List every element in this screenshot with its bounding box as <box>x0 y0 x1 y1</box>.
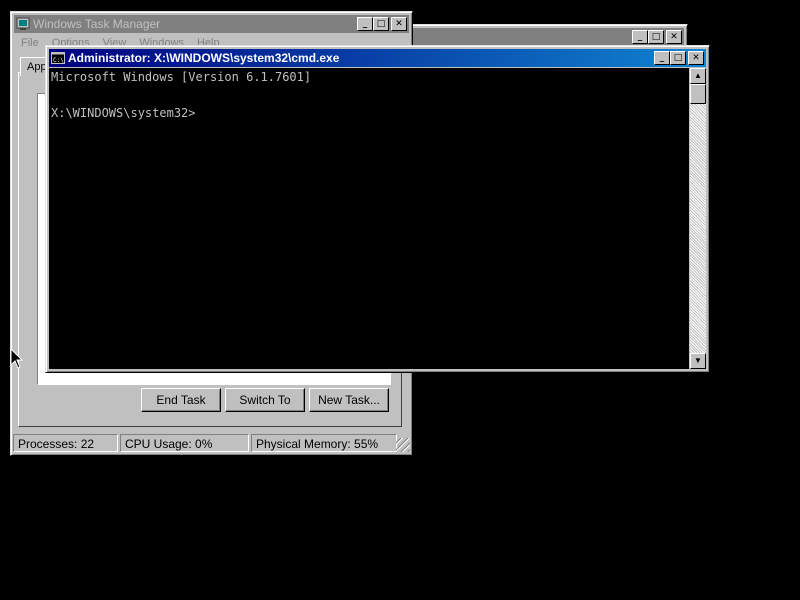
background-window-controls: _ □ ✕ <box>632 30 682 44</box>
cmd-titlebar[interactable]: C:\ Administrator: X:\WINDOWS\system32\c… <box>49 49 706 67</box>
end-task-button[interactable]: End Task <box>141 388 221 412</box>
minimize-icon[interactable]: _ <box>654 51 670 65</box>
cmd-icon: C:\ <box>51 52 65 64</box>
cmd-window[interactable]: C:\ Administrator: X:\WINDOWS\system32\c… <box>45 45 710 373</box>
scroll-thumb[interactable] <box>690 84 706 104</box>
taskmanager-icon <box>16 17 30 30</box>
scroll-up-icon[interactable]: ▲ <box>690 68 706 84</box>
menu-file[interactable]: File <box>21 37 39 49</box>
resize-grip[interactable] <box>396 438 410 452</box>
svg-text:C:\: C:\ <box>53 57 64 64</box>
maximize-icon[interactable]: □ <box>373 17 389 31</box>
close-icon[interactable]: ✕ <box>666 30 682 44</box>
maximize-icon[interactable]: □ <box>648 30 664 44</box>
task-manager-window-controls: _ □ ✕ <box>357 17 407 31</box>
task-manager-titlebar[interactable]: Windows Task Manager _ □ ✕ <box>14 15 409 33</box>
status-cpu-usage: CPU Usage: 0% <box>120 434 249 452</box>
background-window-titlebar[interactable]: _ □ ✕ <box>394 28 684 46</box>
minimize-icon[interactable]: _ <box>357 17 373 31</box>
scroll-down-icon[interactable]: ▼ <box>690 353 706 369</box>
status-processes: Processes: 22 <box>13 434 118 452</box>
task-manager-title: Windows Task Manager <box>33 17 161 31</box>
status-physical-memory: Physical Memory: 55% <box>251 434 397 452</box>
close-icon[interactable]: ✕ <box>688 51 704 65</box>
maximize-icon[interactable]: □ <box>670 51 686 65</box>
mouse-pointer-icon <box>10 348 24 369</box>
console-line: Microsoft Windows [Version 6.1.7601] <box>51 70 312 84</box>
console-line: ​ <box>51 86 687 104</box>
close-icon[interactable]: ✕ <box>391 17 407 31</box>
task-manager-statusbar: Processes: 22 CPU Usage: 0% Physical Mem… <box>13 434 410 452</box>
new-task-button[interactable]: New Task... <box>309 388 389 412</box>
cmd-window-controls: _ □ ✕ <box>654 51 704 65</box>
console-scrollbar[interactable]: ▲ ▼ <box>690 68 706 369</box>
minimize-icon[interactable]: _ <box>632 30 648 44</box>
cmd-title: Administrator: X:\WINDOWS\system32\cmd.e… <box>68 51 340 65</box>
switch-to-button[interactable]: Switch To <box>225 388 305 412</box>
console-output[interactable]: Microsoft Windows [Version 6.1.7601] ​ X:\… <box>49 68 689 369</box>
console-prompt: X:\WINDOWS\system32> <box>51 106 196 120</box>
